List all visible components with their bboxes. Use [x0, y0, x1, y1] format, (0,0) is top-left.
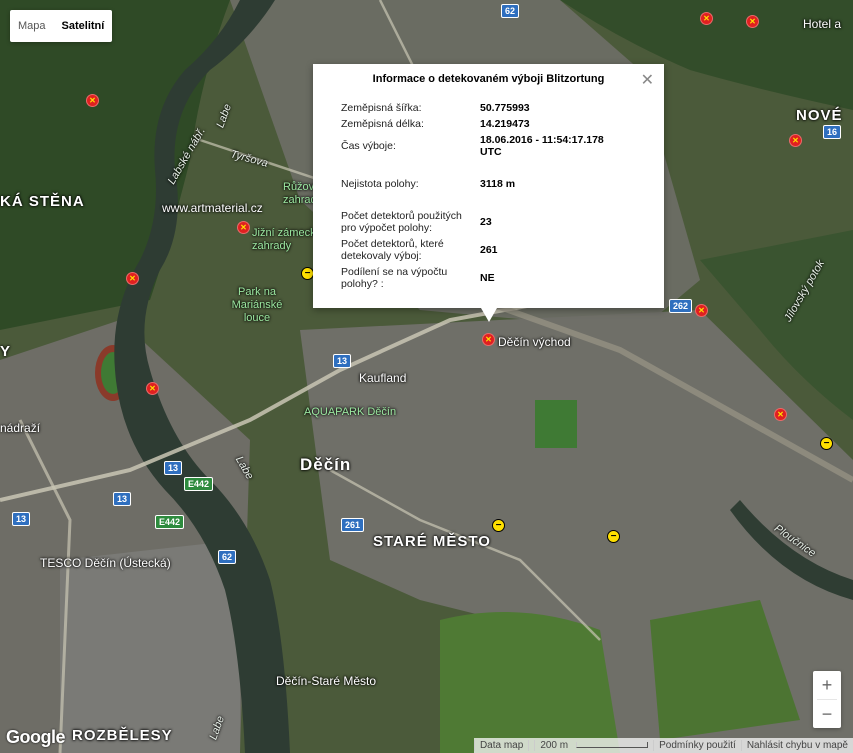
map-type-button-satellite[interactable]: Satelitní — [54, 10, 113, 42]
map-data-link[interactable]: Data map — [473, 740, 528, 751]
poi-label-park: Park na Mariánské louce — [231, 286, 283, 324]
poi-label-tesco: TESCO Děčín (Ústecká) — [40, 556, 171, 570]
poi-label-kaufland: Kaufland — [359, 371, 407, 385]
road-shield: 13 — [164, 461, 183, 475]
google-logo[interactable]: Google — [6, 727, 66, 748]
station-label-decin-vychod: Děčín východ — [498, 335, 571, 349]
lightning-strike-marker[interactable] — [126, 272, 139, 285]
lightning-strike-marker[interactable] — [746, 15, 759, 28]
info-label: Čas výboje: — [341, 140, 396, 152]
strike-info-window: Informace o detekovaném výboji Blitzortu… — [313, 64, 664, 322]
scale-bar — [576, 742, 649, 749]
info-label: Zeměpisná délka: — [341, 118, 424, 130]
info-value: 3118 m — [480, 178, 516, 190]
lightning-strike-marker[interactable] — [607, 530, 620, 543]
poi-label-jizni: Jižní zámecká zahrady — [252, 227, 322, 252]
info-label: Nejistota polohy: — [341, 178, 419, 190]
info-value: NE — [480, 272, 495, 284]
poi-label-aquapark: AQUAPARK Děčín — [304, 406, 397, 418]
scale-label: 200 m — [534, 740, 574, 751]
road-shield: 16 — [823, 125, 842, 139]
lightning-strike-marker[interactable] — [700, 12, 713, 25]
info-label: Počet detektorů použitých pro výpočet po… — [341, 210, 462, 234]
lightning-strike-marker[interactable] — [237, 221, 250, 234]
road-shield: 13 — [12, 512, 31, 526]
district-label-ka-stena: KÁ STĚNA — [0, 193, 85, 210]
info-value: 23 — [480, 216, 492, 228]
zoom-out-button[interactable]: − — [813, 700, 841, 728]
district-label-rozbelesy: ROZBĚLESY — [72, 727, 173, 744]
road-shield: 261 — [341, 518, 365, 532]
lightning-strike-marker-selected[interactable] — [482, 333, 495, 346]
lightning-strike-marker[interactable] — [774, 408, 787, 421]
info-value: 14.219473 — [480, 118, 530, 130]
lightning-strike-marker[interactable] — [146, 382, 159, 395]
map-type-control: Mapa Satelitní — [10, 10, 113, 42]
station-label-decin-stare-mesto: Děčín-Staré Město — [276, 674, 377, 688]
zoom-control: + − — [813, 671, 841, 728]
city-label-decin: Děčín — [300, 455, 352, 474]
road-shield: 62 — [501, 4, 520, 18]
zoom-in-button[interactable]: + — [813, 671, 841, 699]
district-label-nove: NOVÉ — [796, 107, 843, 124]
info-label: Počet detektorů, které detekovaly výboj: — [341, 238, 444, 262]
scale-indicator[interactable]: 200 m — [528, 740, 653, 751]
close-icon[interactable]: ✕ — [641, 70, 654, 90]
terms-link[interactable]: Podmínky použití — [653, 740, 741, 751]
road-shield: E442 — [184, 477, 214, 491]
road-shield: 13 — [333, 354, 352, 368]
road-shield: 62 — [218, 550, 237, 564]
info-window-title: Informace o detekovaném výboji Blitzortu… — [372, 73, 605, 85]
map-type-button-map[interactable]: Mapa — [10, 10, 54, 42]
info-value: 18.06.2016 - 11:54:17.178 UTC — [480, 134, 604, 158]
info-value: 50.775993 — [480, 102, 530, 114]
poi-label-hotel: Hotel a — [803, 17, 842, 31]
satellite-map[interactable]: Tyršova Labské nábř. Růžová zahrada www.… — [0, 0, 853, 753]
info-label: Podílení se na výpočtu polohy? : — [341, 266, 448, 290]
road-shield: 262 — [669, 299, 693, 313]
attribution-bar: Data map 200 m Podmínky použití Nahlásit… — [473, 738, 853, 753]
info-value: 261 — [480, 244, 498, 256]
report-error-link[interactable]: Nahlásit chybu v mapě — [740, 740, 853, 751]
road-shield: E442 — [155, 515, 185, 529]
info-label: Zeměpisná šířka: — [341, 102, 422, 114]
district-label-stare-mesto: STARÉ MĚSTO — [373, 533, 491, 550]
lightning-strike-marker[interactable] — [789, 134, 802, 147]
station-label-nadrazi: nádraží — [0, 421, 41, 435]
lightning-strike-marker[interactable] — [492, 519, 505, 532]
lightning-strike-marker[interactable] — [820, 437, 833, 450]
lightning-strike-marker[interactable] — [695, 304, 708, 317]
district-label-y: Y — [0, 343, 12, 360]
lightning-strike-marker[interactable] — [86, 94, 99, 107]
poi-label-artmaterial: www.artmaterial.cz — [162, 201, 263, 215]
road-shield: 13 — [113, 492, 132, 506]
